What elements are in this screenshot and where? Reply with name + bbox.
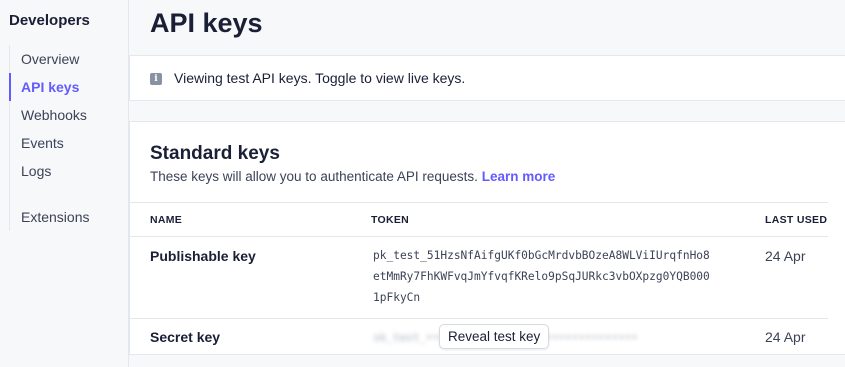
column-header-token: TOKEN: [371, 214, 410, 226]
sidebar-title: Developers: [9, 12, 90, 29]
table-header: NAME TOKEN LAST USED: [130, 202, 828, 237]
info-icon: i: [150, 73, 162, 85]
reveal-test-key-button[interactable]: Reveal test key: [439, 324, 550, 349]
standard-keys-card: Standard keys These keys will allow you …: [129, 121, 845, 355]
banner-text: Viewing test API keys. Toggle to view li…: [174, 70, 466, 86]
table-row-publishable-key: Publishable key pk_test_51HzsNfAifgUKf0b…: [130, 237, 828, 319]
key-name: Secret key: [150, 329, 221, 345]
sidebar-item-events[interactable]: Events: [10, 129, 129, 157]
sidebar-item-api-keys[interactable]: API keys: [9, 73, 129, 101]
key-name: Publishable key: [150, 248, 256, 264]
publishable-key-token[interactable]: pk_test_51HzsNfAifgUKf0bGcMrdvbBOzeA8WLV…: [373, 245, 713, 308]
table-row-secret-key: Secret key sk_test_•••••••••••••••••••••…: [130, 319, 828, 355]
test-mode-banner: i Viewing test API keys. Toggle to view …: [129, 55, 845, 101]
learn-more-link[interactable]: Learn more: [482, 169, 556, 184]
card-description-text: These keys will allow you to authenticat…: [150, 169, 478, 184]
card-title: Standard keys: [150, 143, 280, 164]
sidebar: Developers Overview API keys Webhooks Ev…: [0, 0, 129, 367]
main-content: API keys i Viewing test API keys. Toggle…: [129, 0, 845, 367]
sidebar-item-overview[interactable]: Overview: [10, 45, 129, 73]
sidebar-nav: Overview API keys Webhooks Events Logs E…: [9, 45, 129, 231]
column-header-last-used: LAST USED: [765, 214, 828, 226]
sidebar-item-webhooks[interactable]: Webhooks: [10, 101, 129, 129]
last-used-date: 24 Apr: [765, 329, 806, 345]
sidebar-item-extensions[interactable]: Extensions: [10, 203, 129, 231]
card-description: These keys will allow you to authenticat…: [150, 169, 555, 184]
sidebar-item-logs[interactable]: Logs: [10, 157, 129, 185]
last-used-date: 24 Apr: [765, 248, 806, 264]
column-header-name: NAME: [150, 214, 183, 226]
page-title: API keys: [150, 8, 263, 38]
